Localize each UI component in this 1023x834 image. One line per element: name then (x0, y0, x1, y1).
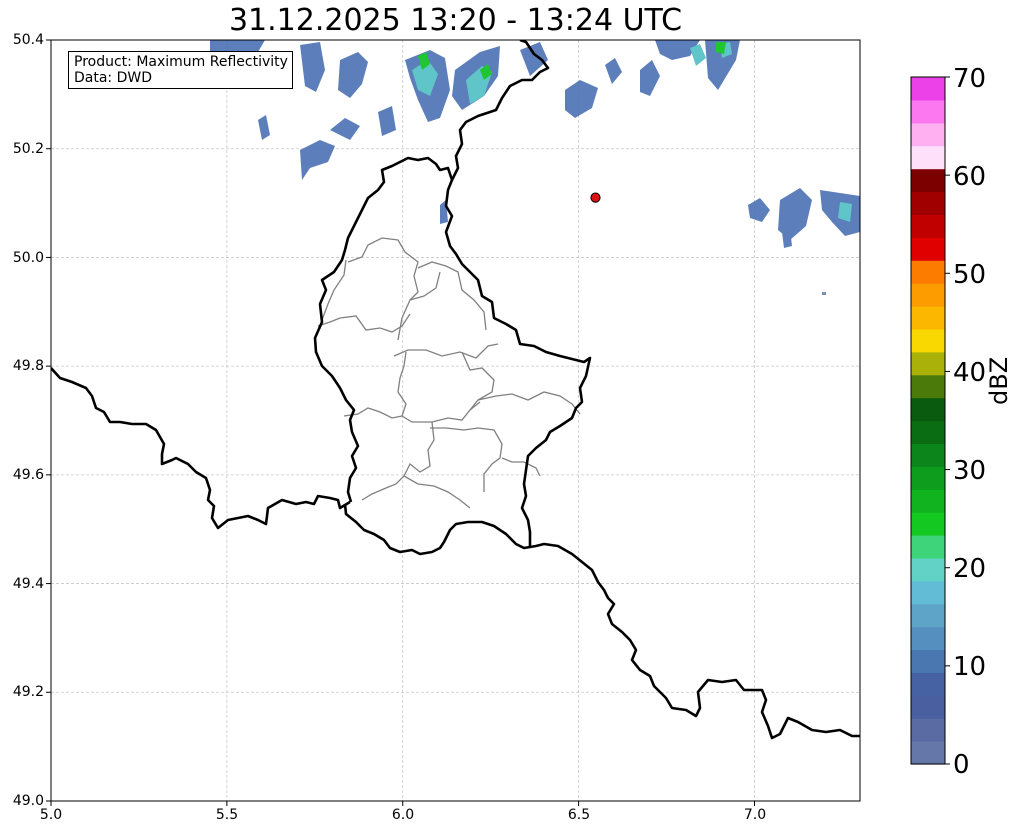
colorbar (911, 76, 950, 765)
axis-ticks (46, 39, 755, 806)
colorbar-segment (911, 214, 945, 238)
lat-tick-label: 49.6 (12, 467, 44, 483)
border-luxembourg-belgium (313, 156, 592, 548)
colorbar-label: dBZ (985, 356, 1013, 405)
country-borders (51, 40, 860, 740)
colorbar-segment (911, 649, 945, 673)
colorbar-tick-label: 40 (953, 358, 987, 388)
colorbar-segment (911, 626, 945, 651)
colorbar-tick-label: 20 (953, 554, 987, 584)
map-layers (51, 40, 860, 740)
colorbar-segment (911, 741, 945, 765)
lat-tick-label: 49.4 (12, 576, 44, 592)
lat-tick-label: 50.2 (12, 141, 44, 157)
colorbar-segment (911, 260, 945, 284)
lat-tick-label: 50.4 (12, 32, 44, 48)
lat-tick-label: 50.0 (12, 250, 44, 266)
echo-cluster-north (210, 40, 860, 248)
colorbar-segment (911, 603, 945, 628)
colorbar-segment (911, 168, 945, 193)
colorbar-tick-label: 10 (953, 652, 987, 682)
colorbar-tick-label: 70 (953, 64, 987, 94)
colorbar-segment (911, 145, 945, 170)
lon-tick-label: 6.5 (567, 807, 591, 823)
radar-map (46, 39, 950, 806)
colorbar-segment (911, 77, 945, 101)
colorbar-segment (911, 695, 945, 719)
colorbar-tick-label: 50 (953, 260, 987, 290)
lat-tick-label: 49.2 (12, 684, 44, 700)
colorbar-segment (911, 351, 945, 376)
colorbar-segment (911, 557, 945, 582)
colorbar-segment (911, 489, 945, 513)
colorbar-segment (911, 535, 945, 559)
border-belgium-france (51, 367, 351, 530)
colorbar-tick-label: 30 (953, 456, 987, 486)
info-box: Product: Maximum Reflectivity Data: DWD (68, 51, 293, 89)
product-label: Product: Maximum Reflectivity (74, 54, 288, 70)
lon-tick-label: 7.0 (743, 807, 767, 823)
colorbar-segment (911, 374, 945, 399)
station-marker (590, 192, 601, 203)
colorbar-segment (911, 466, 945, 490)
colorbar-segment (911, 237, 945, 261)
colorbar-segment (911, 443, 945, 467)
lon-tick-label: 5.5 (215, 807, 239, 823)
data-source-label: Data: DWD (74, 70, 152, 86)
colorbar-segment (911, 672, 945, 696)
colorbar-segment (911, 283, 945, 307)
colorbar-segment (911, 420, 945, 444)
colorbar-segment (911, 122, 945, 147)
border-lux-france-germany (343, 503, 860, 740)
colorbar-segment (911, 328, 945, 353)
colorbar-tick-label: 0 (953, 750, 970, 780)
colorbar-segment (911, 191, 945, 215)
lon-tick-label: 6.0 (391, 807, 415, 823)
admin-boundaries (317, 237, 581, 509)
colorbar-segment (911, 580, 945, 605)
colorbar-tick-label: 60 (953, 162, 987, 192)
colorbar-segment (911, 718, 945, 742)
colorbar-segment (911, 397, 945, 422)
colorbar-segment (911, 306, 945, 330)
colorbar-segment (911, 99, 945, 124)
colorbar-segment (911, 512, 945, 536)
lat-tick-label: 49.8 (12, 358, 44, 374)
lon-tick-label: 5.0 (39, 807, 63, 823)
echo-speck (822, 292, 826, 295)
